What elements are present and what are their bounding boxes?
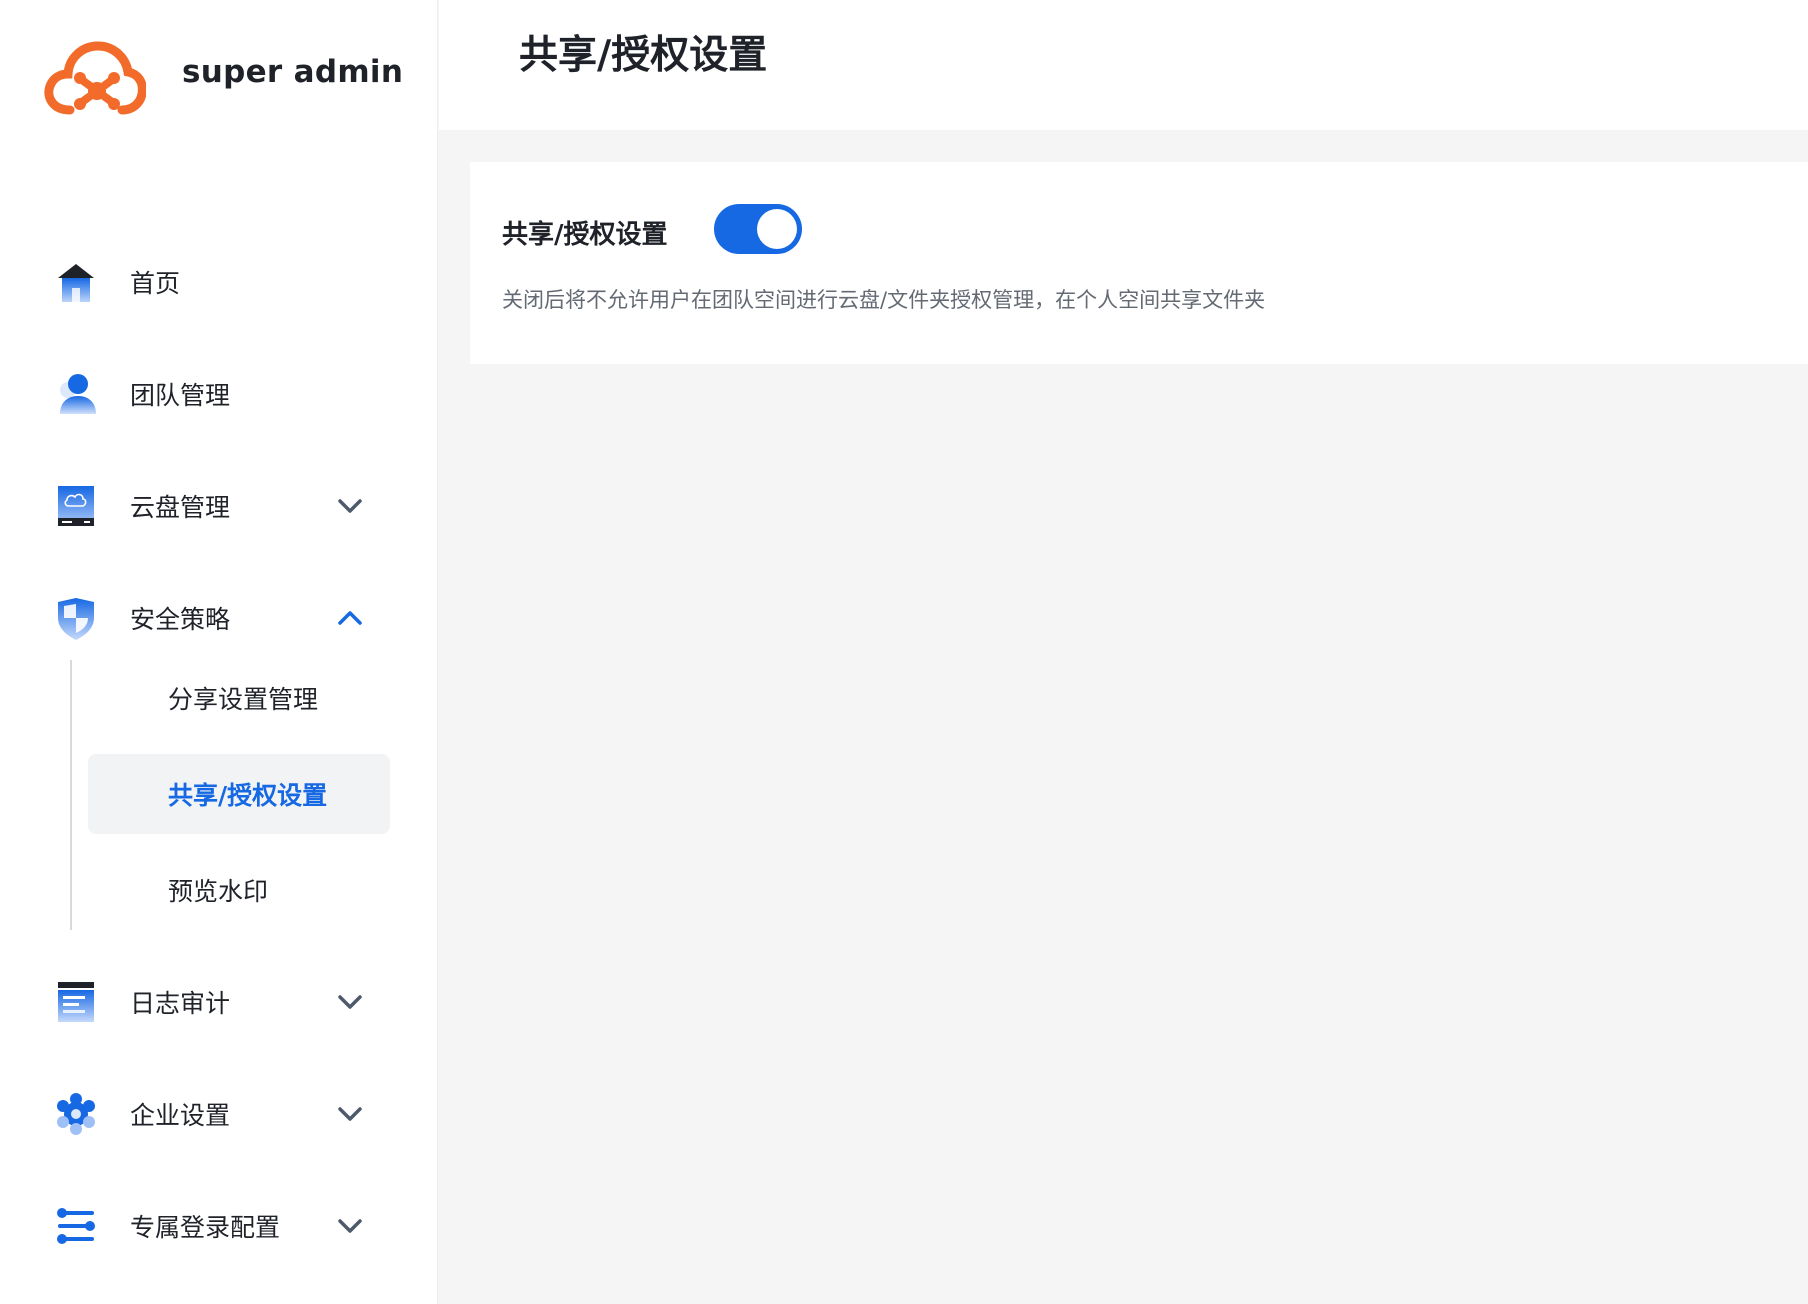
submenu-item-label: 分享设置管理 [168,685,319,714]
shield-icon [58,598,94,640]
brand: super admin [42,28,403,128]
chevron-down-icon[interactable] [334,1098,366,1130]
user-icon [60,374,96,414]
sidebar-item-label: 团队管理 [130,381,231,410]
setting-description: 关闭后将不允许用户在团队空间进行云盘/文件夹授权管理，在个人空间共享文件夹 [502,288,1266,312]
setting-title: 共享/授权设置 [502,220,668,250]
gear-icon [57,1093,95,1135]
sidebar-item-label: 日志审计 [130,989,231,1018]
sidebar-item-cloud-drive[interactable]: 云盘管理 [0,466,438,546]
sidebar-item-label: 企业设置 [130,1101,231,1130]
sidebar-item-home[interactable]: 首页 [0,242,438,322]
sidebar: super admin 首页 团队管理 云盘管理 安全策略 分享设置管理 共享/… [0,0,438,1304]
chevron-down-icon[interactable] [334,986,366,1018]
chevron-down-icon[interactable] [334,1210,366,1242]
submenu-item-share-authorization[interactable]: 共享/授权设置 [88,754,390,834]
home-icon [58,264,94,302]
submenu-item-label: 共享/授权设置 [168,781,328,810]
sidebar-item-login-config[interactable]: 专属登录配置 [0,1186,438,1266]
app-root: super admin 首页 团队管理 云盘管理 安全策略 分享设置管理 共享/… [0,0,1808,1304]
setting-card: 共享/授权设置 关闭后将不允许用户在团队空间进行云盘/文件夹授权管理，在个人空间… [470,162,1808,364]
submenu-item-label: 预览水印 [168,877,269,906]
cloud-drive-icon [58,486,94,526]
sidebar-item-label: 首页 [130,269,181,298]
sidebar-item-label: 云盘管理 [130,493,231,522]
page-header: 共享/授权设置 [439,0,1808,130]
sliders-icon [57,1208,95,1244]
toggle-knob [757,209,797,249]
submenu-guide-line [70,660,72,930]
page-title: 共享/授权设置 [519,33,768,78]
chevron-down-icon[interactable] [334,490,366,522]
sidebar-item-enterprise-settings[interactable]: 企业设置 [0,1074,438,1154]
log-icon [58,982,94,1022]
sidebar-item-security[interactable]: 安全策略 [0,578,438,658]
sidebar-item-log-audit[interactable]: 日志审计 [0,962,438,1042]
cloud-logo-icon [44,41,146,115]
chevron-up-icon[interactable] [334,602,366,634]
share-authorization-toggle[interactable] [714,204,802,254]
sidebar-item-label: 安全策略 [130,605,231,634]
submenu-item-preview-watermark[interactable]: 预览水印 [88,850,390,930]
sidebar-item-label: 专属登录配置 [130,1213,281,1242]
submenu-item-share-settings[interactable]: 分享设置管理 [88,658,390,738]
brand-name: super admin [182,54,404,90]
sidebar-item-team[interactable]: 团队管理 [0,354,438,434]
